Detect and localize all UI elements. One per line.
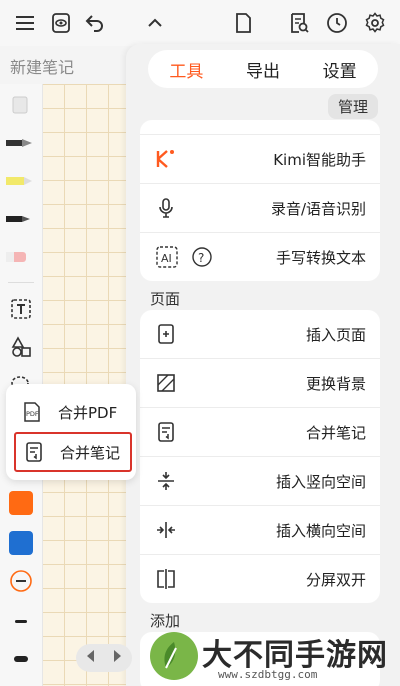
merge-note-label: 合并笔记 — [305, 423, 366, 442]
change-background-label: 更换背景 — [305, 374, 366, 393]
eye-icon[interactable] — [46, 8, 76, 38]
horizontal-space-icon — [154, 518, 178, 542]
stroke-thin-icon[interactable] — [6, 606, 36, 636]
tab-tools[interactable]: 工具 — [159, 53, 213, 86]
text-tool-icon[interactable] — [6, 294, 36, 324]
minus-circle-icon[interactable] — [6, 566, 36, 596]
watermark: 大不同手游网 www.szdbtgg.com — [140, 628, 400, 686]
background-icon — [154, 371, 178, 395]
merge-note-icon — [154, 420, 178, 444]
microphone-icon — [154, 196, 178, 220]
marker-icon[interactable] — [6, 242, 36, 272]
merge-pdf-label: 合并PDF — [58, 403, 118, 422]
svg-text:AI: AI — [161, 252, 172, 265]
insert-vertical-space-item[interactable]: 插入竖向空间 — [140, 457, 380, 506]
insert-page-item[interactable]: 插入页面 — [140, 310, 380, 359]
tool-panel: 工具 导出 设置 管理 Kimi智能助手 录音/语音识别 AI? 手写转换文本 … — [126, 44, 400, 686]
split-screen-item[interactable]: 分屏双开 — [140, 555, 380, 603]
undo-icon[interactable] — [80, 8, 110, 38]
search-page-icon[interactable] — [284, 8, 314, 38]
change-background-item[interactable]: 更换背景 — [140, 359, 380, 408]
shapes-icon[interactable] — [6, 332, 36, 362]
highlighter-icon[interactable] — [6, 166, 36, 196]
color-swatch-orange[interactable] — [6, 488, 36, 518]
pdf-icon: PDF — [20, 400, 44, 424]
merge-note-icon — [22, 440, 46, 464]
split-screen-icon — [154, 567, 178, 591]
prev-page-icon[interactable] — [84, 648, 96, 668]
merge-note-popup-label: 合并笔记 — [60, 443, 121, 462]
handwriting-to-text-label: 手写转换文本 — [275, 248, 366, 267]
watermark-logo-icon — [150, 632, 198, 680]
page-icon[interactable] — [228, 8, 258, 38]
gear-icon[interactable] — [360, 8, 390, 38]
clock-icon[interactable] — [322, 8, 352, 38]
fountain-pen-icon[interactable] — [6, 128, 36, 158]
merge-popup: PDF 合并PDF 合并笔记 — [6, 384, 136, 480]
manage-button[interactable]: 管理 — [327, 94, 378, 119]
stroke-thick-icon[interactable] — [6, 644, 36, 674]
vertical-space-icon — [154, 469, 178, 493]
insert-horizontal-space-label: 插入横向空间 — [275, 521, 366, 540]
tab-export[interactable]: 导出 — [236, 53, 290, 86]
watermark-url: www.szdbtgg.com — [218, 668, 318, 681]
page-section-title: 页面 — [150, 290, 181, 308]
split-screen-label: 分屏双开 — [305, 570, 366, 589]
merge-note-item[interactable]: 合并笔记 — [140, 408, 380, 457]
page-nav — [76, 644, 132, 672]
pen-icon[interactable] — [6, 204, 36, 234]
assistant-card: Kimi智能助手 录音/语音识别 AI? 手写转换文本 — [140, 120, 380, 281]
svg-text:PDF: PDF — [26, 410, 39, 418]
insert-horizontal-space-item[interactable]: 插入横向空间 — [140, 506, 380, 555]
kimi-icon — [154, 147, 178, 171]
tab-settings[interactable]: 设置 — [313, 53, 367, 86]
kimi-assistant-label: Kimi智能助手 — [273, 150, 366, 169]
color-swatch-blue[interactable] — [6, 528, 36, 558]
merge-pdf-item[interactable]: PDF 合并PDF — [14, 394, 128, 430]
insert-page-icon — [154, 322, 178, 346]
insert-page-label: 插入页面 — [305, 325, 366, 344]
merge-note-popup-item[interactable]: 合并笔记 — [14, 432, 132, 472]
document-title: 新建笔记 — [10, 58, 75, 77]
handwriting-to-text-item[interactable]: AI? 手写转换文本 — [140, 233, 380, 281]
panel-tabs: 工具 导出 设置 — [148, 50, 378, 88]
page-card: 插入页面 更换背景 合并笔记 插入竖向空间 插入横向空间 分屏双开 — [140, 310, 380, 603]
next-page-icon[interactable] — [112, 648, 124, 668]
eraser-icon[interactable] — [6, 90, 36, 120]
chevron-up-icon[interactable] — [140, 8, 170, 38]
menu-icon[interactable] — [10, 8, 40, 38]
top-toolbar — [0, 0, 400, 46]
ai-icon: AI? — [154, 245, 214, 269]
svg-text:?: ? — [198, 251, 204, 265]
insert-vertical-space-label: 插入竖向空间 — [275, 472, 366, 491]
voice-recognition-label: 录音/语音识别 — [270, 199, 366, 218]
kimi-assistant-item[interactable]: Kimi智能助手 — [140, 135, 380, 184]
voice-recognition-item[interactable]: 录音/语音识别 — [140, 184, 380, 233]
